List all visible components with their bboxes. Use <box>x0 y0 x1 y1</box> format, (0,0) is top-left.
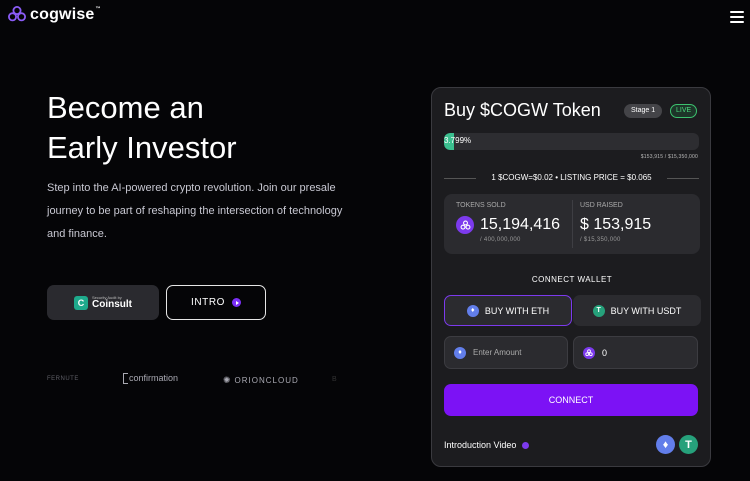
live-badge: LIVE <box>670 104 698 118</box>
partner-logo: FERNUTE <box>47 376 79 382</box>
eth-icon: ♦ <box>656 435 675 454</box>
amount-field[interactable]: ♦ <box>444 336 568 369</box>
tokens-sold-label: TOKENS SOLD <box>456 202 506 209</box>
hero-description: Step into the AI-powered crypto revoluti… <box>47 182 343 240</box>
tokens-sold-value: 15,194,416 <box>480 216 561 233</box>
stage-badge: Stage 1 <box>624 104 663 118</box>
stats-box: TOKENS SOLD 15,194,416 / 400,000,000 USD… <box>444 194 700 254</box>
play-icon <box>522 441 530 449</box>
tokens-sold-total: / 400,000,000 <box>480 237 521 243</box>
presale-progress-bar <box>444 133 699 150</box>
receive-field[interactable]: 0 <box>573 336 698 369</box>
brand-name: cogwise™ <box>30 6 101 23</box>
partner-logo: confirmation <box>123 373 178 385</box>
top-bar: cogwise™ <box>0 0 750 34</box>
rate-text: 1 $COGW=$0.02 • LISTING PRICE = $0.065 <box>491 173 652 182</box>
usdt-icon: T <box>592 304 605 317</box>
usd-raised-value: $ 153,915 <box>580 216 652 233</box>
coinsult-audit-button[interactable]: C Security Audit by Coinsult <box>47 285 159 320</box>
intro-label: INTRO <box>190 297 226 308</box>
hamburger-menu-icon[interactable] <box>730 11 744 23</box>
price-rate: 1 $COGW=$0.02 • LISTING PRICE = $0.065 <box>444 172 699 184</box>
supported-chains: ♦ T <box>656 435 698 454</box>
intro-button[interactable]: INTRO <box>166 285 266 320</box>
coinsult-shield-icon: C <box>74 295 88 310</box>
usdt-icon: T <box>679 435 698 454</box>
usd-raised-label: USD RAISED <box>580 202 623 209</box>
cogw-token-icon <box>456 216 474 234</box>
play-icon <box>232 298 242 307</box>
connect-button[interactable]: CONNECT <box>444 384 698 416</box>
buy-with-usdt-button[interactable]: T BUY WITH USDT <box>573 295 701 326</box>
introduction-video-link[interactable]: Introduction Video <box>444 440 530 450</box>
presale-widget: Buy $COGW Token Stage 1 LIVE 3.799% $153… <box>431 87 711 467</box>
progress-raised: $153,915 / $15,350,000 <box>640 154 698 160</box>
partner-logo: B <box>332 376 337 383</box>
progress-percent: 3.799% <box>444 136 472 145</box>
audit-name: Coinsult <box>92 298 132 310</box>
partner-logo: ✺ ORIONCLOUD <box>223 375 299 385</box>
connect-wallet-label: CONNECT WALLET <box>531 275 613 284</box>
eth-icon: ♦ <box>466 304 479 317</box>
cogw-token-icon <box>583 346 595 359</box>
brand-logo[interactable]: cogwise™ <box>8 6 101 24</box>
receive-value: 0 <box>602 347 608 358</box>
cogwise-logo-icon <box>8 6 26 22</box>
hero-title: Become an Early Investor <box>47 90 237 165</box>
usd-raised-total: / $15,350,000 <box>580 237 621 243</box>
eth-icon: ♦ <box>454 346 466 359</box>
amount-input[interactable] <box>473 348 563 357</box>
widget-title: Buy $COGW Token <box>444 100 601 120</box>
buy-with-eth-button[interactable]: ♦ BUY WITH ETH <box>444 295 572 326</box>
